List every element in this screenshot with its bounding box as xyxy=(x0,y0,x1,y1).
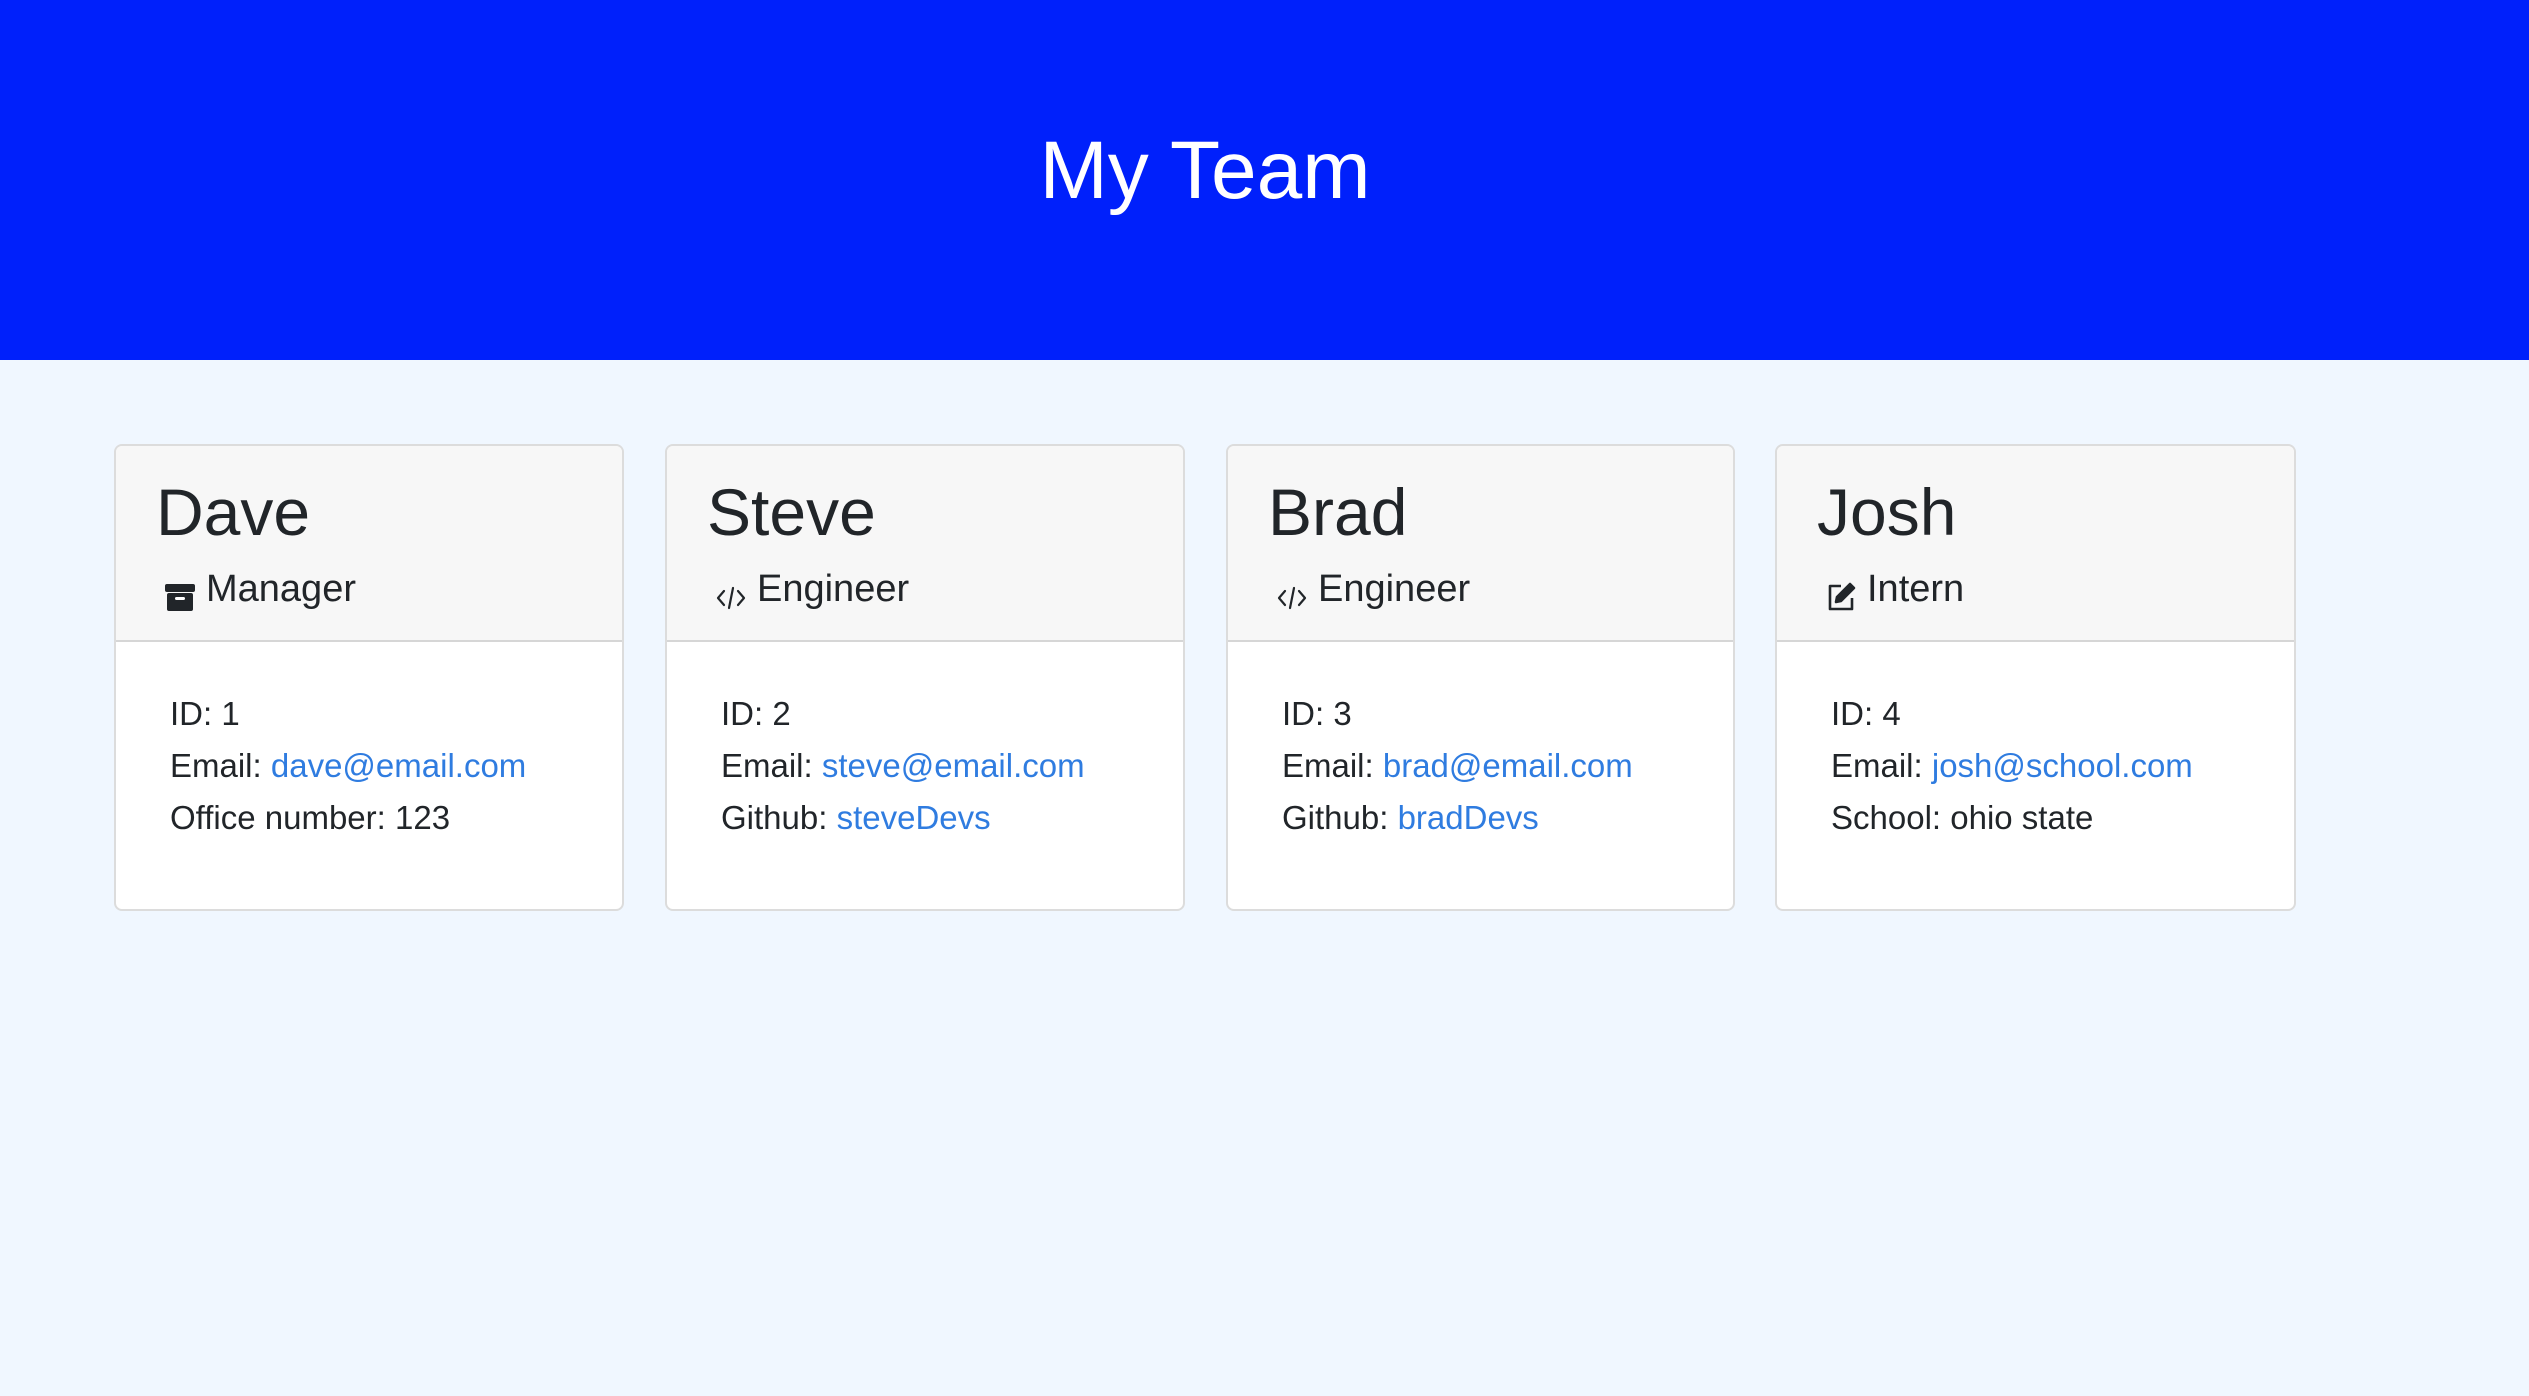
card-body: ID: 2 Email: steve@email.com Github: ste… xyxy=(721,688,1085,844)
employee-name: Josh xyxy=(1817,475,1957,549)
office-row: Office number: 123 xyxy=(170,792,526,844)
email-link[interactable]: steve@email.com xyxy=(822,747,1085,784)
id-value: 2 xyxy=(772,695,791,732)
role-label: Engineer xyxy=(757,568,910,610)
card-body: ID: 1 Email: dave@email.com Office numbe… xyxy=(170,688,526,844)
employee-name: Brad xyxy=(1268,475,1408,549)
employee-card-dave: Dave Manager ID: 1 Email: dave@email.com… xyxy=(114,444,624,911)
email-row: Email: dave@email.com xyxy=(170,740,526,792)
employee-name: Steve xyxy=(707,475,876,549)
page-title: My Team xyxy=(1039,125,1371,216)
office-value: 123 xyxy=(395,799,451,836)
employee-card-brad: Brad Engineer ID: 3 Email: brad@email.co… xyxy=(1226,444,1735,911)
id-label: ID: xyxy=(721,695,764,732)
employee-role: Engineer xyxy=(1276,564,1470,614)
email-link[interactable]: dave@email.com xyxy=(271,747,526,784)
id-row: ID: 3 xyxy=(1282,688,1633,740)
card-header: Brad Engineer xyxy=(1228,446,1733,642)
id-value: 1 xyxy=(221,695,240,732)
school-row: School: ohio state xyxy=(1831,792,2193,844)
employee-card-steve: Steve Engineer ID: 2 Email: steve@email.… xyxy=(665,444,1185,911)
email-link[interactable]: brad@email.com xyxy=(1383,747,1633,784)
email-row: Email: steve@email.com xyxy=(721,740,1085,792)
role-label: Intern xyxy=(1867,568,1965,610)
employee-role: Manager xyxy=(164,564,356,614)
github-row: Github: steveDevs xyxy=(721,792,1085,844)
github-label: Github: xyxy=(721,799,828,836)
id-value: 4 xyxy=(1882,695,1901,732)
email-label: Email: xyxy=(721,747,813,784)
github-link[interactable]: bradDevs xyxy=(1398,799,1539,836)
page-header: My Team xyxy=(0,0,2529,360)
edit-icon xyxy=(1825,576,1857,611)
card-header: Steve Engineer xyxy=(667,446,1183,642)
role-label: Manager xyxy=(206,568,356,610)
employee-card-josh: Josh Intern ID: 4 Email: josh@school.com… xyxy=(1775,444,2296,911)
employee-role: Engineer xyxy=(715,564,909,614)
email-link[interactable]: josh@school.com xyxy=(1932,747,2193,784)
github-row: Github: bradDevs xyxy=(1282,792,1633,844)
id-label: ID: xyxy=(170,695,213,732)
card-body: ID: 4 Email: josh@school.com School: ohi… xyxy=(1831,688,2193,844)
github-link[interactable]: steveDevs xyxy=(837,799,991,836)
email-label: Email: xyxy=(1831,747,1923,784)
archive-icon xyxy=(164,576,196,611)
card-header: Dave Manager xyxy=(116,446,622,642)
school-label: School: xyxy=(1831,799,1942,836)
github-label: Github: xyxy=(1282,799,1389,836)
card-header: Josh Intern xyxy=(1777,446,2294,642)
employee-role: Intern xyxy=(1825,564,1964,614)
card-body: ID: 3 Email: brad@email.com Github: brad… xyxy=(1282,688,1633,844)
code-icon xyxy=(715,576,747,610)
role-label: Engineer xyxy=(1318,568,1471,610)
id-label: ID: xyxy=(1831,695,1874,732)
email-label: Email: xyxy=(1282,747,1374,784)
email-label: Email: xyxy=(170,747,262,784)
id-row: ID: 2 xyxy=(721,688,1085,740)
email-row: Email: josh@school.com xyxy=(1831,740,2193,792)
office-label: Office number: xyxy=(170,799,386,836)
code-icon xyxy=(1276,576,1308,610)
school-value: ohio state xyxy=(1950,799,2094,836)
id-value: 3 xyxy=(1333,695,1352,732)
email-row: Email: brad@email.com xyxy=(1282,740,1633,792)
id-row: ID: 4 xyxy=(1831,688,2193,740)
employee-name: Dave xyxy=(156,475,311,549)
id-row: ID: 1 xyxy=(170,688,526,740)
id-label: ID: xyxy=(1282,695,1325,732)
